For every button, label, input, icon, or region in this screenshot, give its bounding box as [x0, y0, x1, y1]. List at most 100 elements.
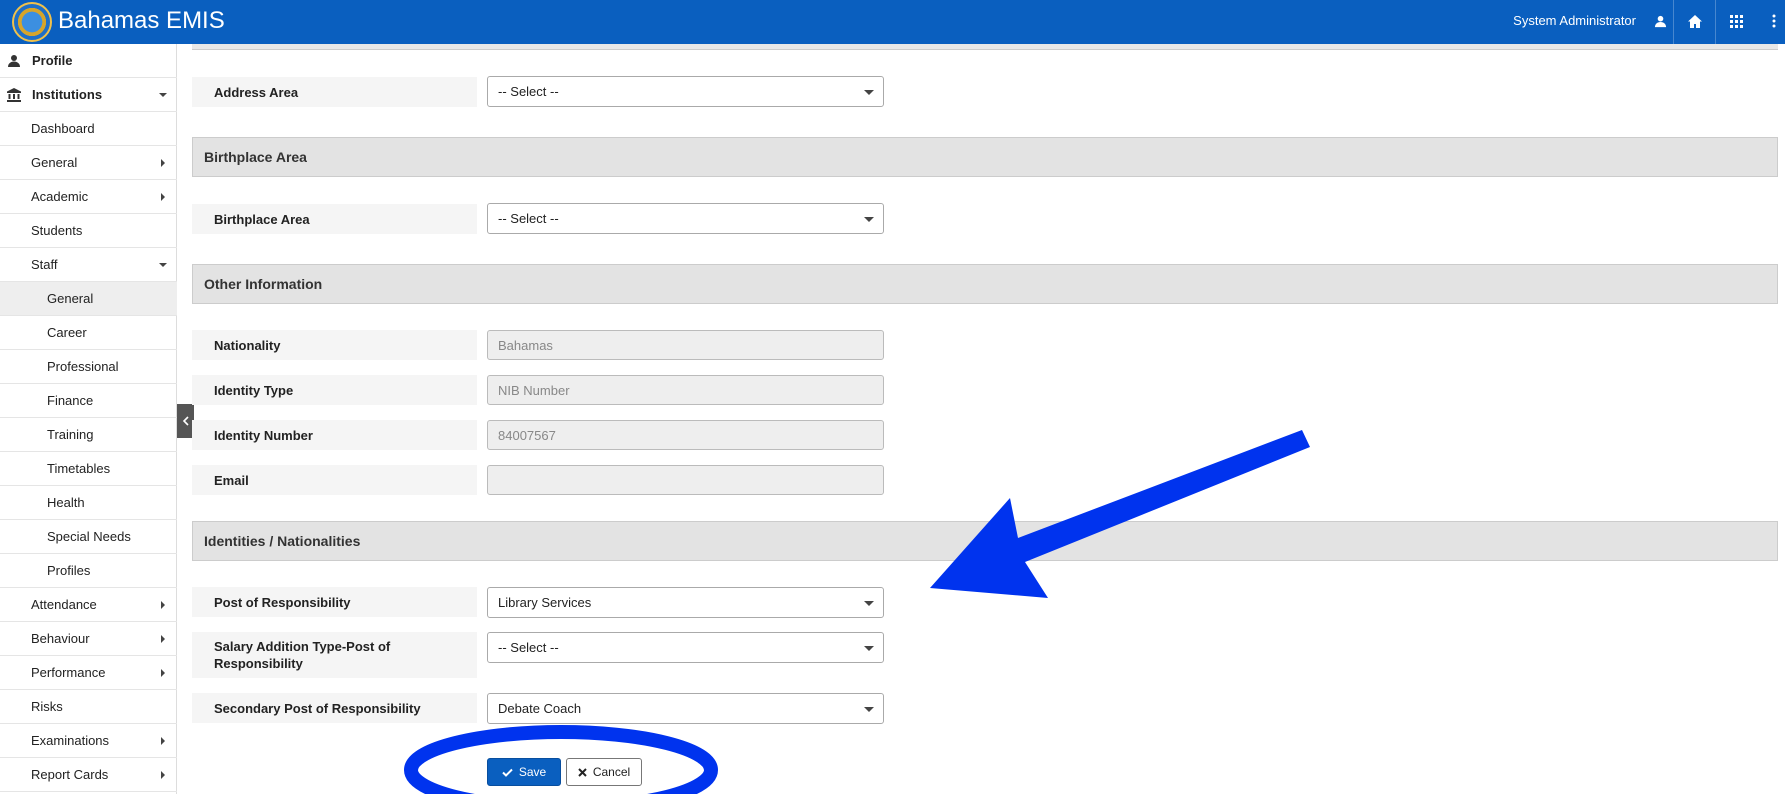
address-area-label: Address Area [192, 77, 477, 107]
more-vertical-icon[interactable] [1763, 10, 1785, 32]
chevron-right-icon [161, 635, 165, 643]
sidebar-item-risks[interactable]: Risks [0, 690, 177, 724]
identity-type-field: NIB Number [487, 375, 884, 405]
sidebar-item-timetables[interactable]: Timetables [0, 452, 177, 486]
identity-number-field: 84007567 [487, 420, 884, 450]
sidebar-item-label: Behaviour [31, 631, 90, 646]
nationality-label: Nationality [192, 330, 477, 360]
sidebar-item-performance[interactable]: Performance [0, 656, 177, 690]
secondary-post-label: Secondary Post of Responsibility [192, 693, 477, 723]
chevron-left-icon [182, 416, 189, 426]
select-value: Debate Coach [498, 701, 582, 716]
chevron-down-icon [864, 90, 874, 95]
times-icon [578, 767, 587, 777]
chevron-down-icon [159, 93, 167, 97]
sidebar-item-academic[interactable]: Academic [0, 180, 177, 214]
select-value: -- Select -- [498, 84, 559, 99]
address-area-select[interactable]: -- Select -- [487, 76, 884, 107]
sidebar-item-attendance[interactable]: Attendance [0, 588, 177, 622]
sidebar-item-label: Risks [31, 699, 63, 714]
grid-icon[interactable] [1725, 10, 1747, 32]
sidebar-item-students[interactable]: Students [0, 214, 177, 248]
nationality-field: Bahamas [487, 330, 884, 360]
chevron-down-icon [864, 217, 874, 222]
chevron-right-icon [161, 159, 165, 167]
chevron-down-icon [159, 263, 167, 267]
sidebar: Profile Institutions Dashboard General A… [0, 44, 177, 794]
sidebar-item-label: Performance [31, 665, 106, 680]
sidebar-item-label: Career [47, 325, 87, 340]
sidebar-item-label: Dashboard [31, 121, 95, 136]
section-birthplace-area: Birthplace Area [192, 137, 1778, 177]
select-value: Library Services [498, 595, 592, 610]
sidebar-item-label: Report Cards [31, 767, 109, 782]
salary-addition-label: Salary Addition Type-Post of Responsibil… [192, 632, 477, 678]
sidebar-item-examinations[interactable]: Examinations [0, 724, 177, 758]
app-title[interactable]: Bahamas EMIS [58, 6, 225, 36]
sidebar-item-label: Academic [31, 189, 89, 204]
sidebar-item-institutions[interactable]: Institutions [0, 78, 177, 112]
annotation-ellipse [404, 725, 718, 794]
sidebar-item-general[interactable]: General [0, 146, 177, 180]
birthplace-area-select[interactable]: -- Select -- [487, 203, 884, 234]
sidebar-item-staff[interactable]: Staff [0, 248, 177, 282]
sidebar-item-report-cards[interactable]: Report Cards [0, 758, 177, 792]
section-bottom-edge [192, 44, 1778, 50]
sidebar-item-label: Profile [32, 53, 73, 68]
sidebar-item-label: Professional [47, 359, 119, 374]
chevron-right-icon [161, 737, 165, 745]
post-of-responsibility-label: Post of Responsibility [192, 587, 477, 617]
sidebar-item-label: Profiles [47, 563, 91, 578]
chevron-right-icon [161, 193, 165, 201]
chevron-right-icon [161, 601, 165, 609]
sidebar-item-health[interactable]: Health [0, 486, 177, 520]
secondary-post-select[interactable]: Debate Coach [487, 693, 884, 724]
post-of-responsibility-select[interactable]: Library Services [487, 587, 884, 618]
cancel-button-label: Cancel [592, 765, 631, 779]
save-button-label: Save [518, 765, 547, 779]
sidebar-item-dashboard[interactable]: Dashboard [0, 112, 177, 146]
sidebar-item-label: Timetables [47, 461, 111, 476]
annotation-arrow [930, 430, 1310, 598]
cancel-button[interactable]: Cancel [566, 758, 642, 786]
sidebar-item-label: Students [31, 223, 83, 238]
sidebar-item-label: Training [47, 427, 94, 442]
sidebar-item-special-needs[interactable]: Special Needs [0, 520, 177, 554]
chevron-down-icon [864, 707, 874, 712]
sidebar-item-finance[interactable]: Finance [0, 384, 177, 418]
sidebar-item-profiles[interactable]: Profiles [0, 554, 177, 588]
identity-type-label: Identity Type [192, 375, 477, 405]
emis-logo[interactable] [12, 2, 52, 42]
user-icon [8, 55, 20, 67]
user-name[interactable]: System Administrator [1513, 13, 1636, 29]
chevron-right-icon [161, 771, 165, 779]
header-divider [1715, 0, 1716, 44]
select-value: -- Select -- [498, 640, 559, 655]
select-value: -- Select -- [498, 211, 559, 226]
top-navbar: Bahamas EMIS System Administrator [0, 0, 1785, 44]
sidebar-item-profile[interactable]: Profile [0, 44, 177, 78]
sidebar-item-label: Examinations [31, 733, 110, 748]
sidebar-item-behaviour[interactable]: Behaviour [0, 622, 177, 656]
sidebar-item-label: Attendance [31, 597, 97, 612]
sidebar-item-label: Staff [31, 257, 58, 272]
sidebar-item-training[interactable]: Training [0, 418, 177, 452]
sidebar-item-label: Special Needs [47, 529, 131, 544]
salary-addition-select[interactable]: -- Select -- [487, 632, 884, 663]
chevron-right-icon [161, 669, 165, 677]
chevron-down-icon [864, 646, 874, 651]
sidebar-item-staff-general[interactable]: General [0, 282, 177, 316]
user-icon[interactable] [1649, 10, 1671, 32]
sidebar-item-label: Finance [47, 393, 94, 408]
birthplace-area-label: Birthplace Area [192, 204, 477, 234]
home-icon[interactable] [1684, 10, 1706, 32]
save-button[interactable]: Save [487, 758, 561, 786]
sidebar-item-label: General [31, 155, 78, 170]
email-field[interactable] [487, 465, 884, 495]
section-other-information: Other Information [192, 264, 1778, 304]
sidebar-item-career[interactable]: Career [0, 316, 177, 350]
sidebar-item-label: Institutions [32, 87, 103, 102]
sidebar-item-professional[interactable]: Professional [0, 350, 177, 384]
sidebar-item-label: General [47, 291, 94, 306]
bank-icon [7, 88, 21, 102]
